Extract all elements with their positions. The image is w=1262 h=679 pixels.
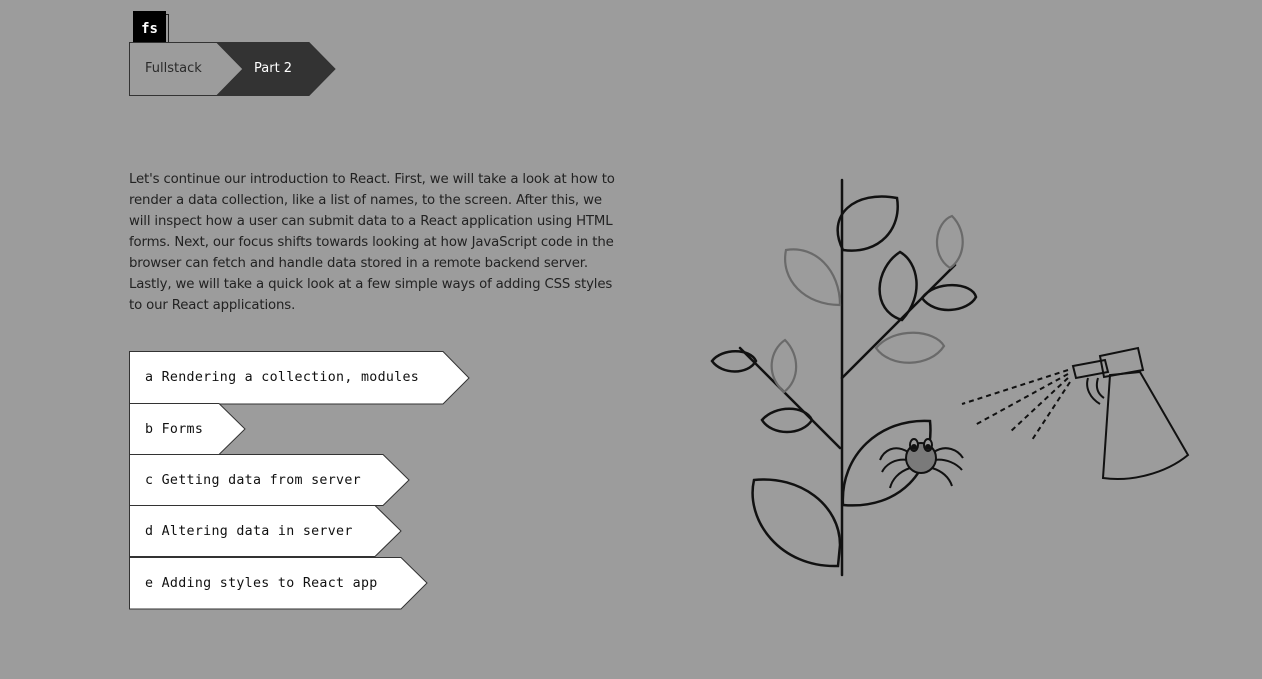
spray-bottle-icon (961, 346, 1190, 480)
logo-mark: fs (133, 11, 166, 46)
breadcrumb: Fullstack Part 2 (129, 42, 339, 96)
part-title: Altering data in server (161, 524, 353, 539)
breadcrumb-item-part-2[interactable]: Part 2 (254, 42, 292, 96)
spider-icon (879, 438, 964, 489)
breadcrumb-item-fullstack[interactable]: Fullstack (145, 42, 202, 96)
part-illustration (710, 178, 1190, 577)
part-letter: d (145, 524, 154, 539)
part-title: Getting data from server (161, 473, 361, 488)
part-letter: e (145, 576, 154, 591)
part-title: Forms (161, 422, 204, 437)
part-letter: b (145, 422, 154, 437)
part-letter: a (145, 370, 154, 385)
part-title: Adding styles to React app (161, 576, 378, 591)
part-title: Rendering a collection, modules (161, 370, 420, 385)
part-intro-text: Let's continue our introduction to React… (129, 172, 615, 313)
part-letter: c (145, 473, 154, 488)
light-leaves (770, 214, 964, 394)
